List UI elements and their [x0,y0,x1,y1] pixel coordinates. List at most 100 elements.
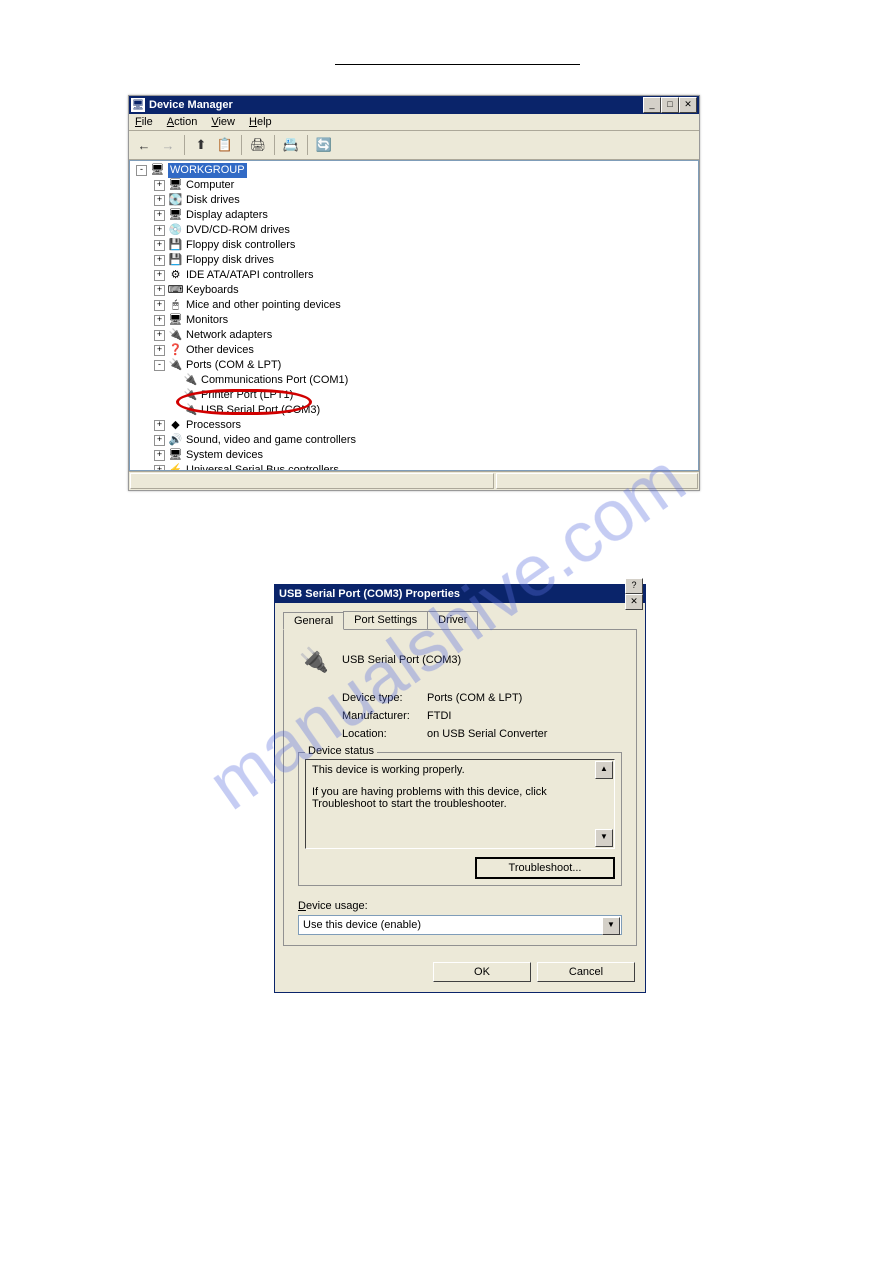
app-icon: 🖥 [131,98,145,112]
separator [274,135,275,155]
keyboard-icon: ⌨ [168,284,183,298]
menu-action[interactable]: Action [167,116,198,128]
tree-item[interactable]: +🖥Computer [134,178,698,193]
device-status-group: Device status This device is working pro… [298,752,622,886]
print-icon[interactable]: 🖨 [247,134,269,156]
disk-icon: 💽 [168,194,183,208]
manufacturer-value: FTDI [427,710,451,722]
tree-item[interactable]: +🔊Sound, video and game controllers [134,433,698,448]
device-icon: 🔌 [298,644,330,676]
up-button[interactable]: ⬆ [190,134,212,156]
tree-view[interactable]: - 🖥 WORKGROUP +🖥Computer +💽Disk drives +… [129,160,699,471]
tree-item-port[interactable]: 🔌Communications Port (COM1) [134,373,698,388]
dialog-titlebar[interactable]: USB Serial Port (COM3) Properties ? ✕ [275,585,645,603]
troubleshoot-button[interactable]: Troubleshoot... [475,857,615,879]
help-button[interactable]: ? [625,578,643,594]
expand-icon[interactable]: + [154,240,165,251]
floppy-icon: 💾 [168,254,183,268]
expand-icon[interactable]: + [154,270,165,281]
device-usage-select[interactable]: Use this device (enable) ▼ [298,915,622,935]
properties-icon[interactable]: 📋 [214,134,236,156]
expand-icon[interactable]: + [154,285,165,296]
tab-page-general: 🔌 USB Serial Port (COM3) Device type: Po… [283,629,637,946]
scroll-up-icon[interactable]: ▲ [595,761,613,779]
computer-icon: 🖥 [150,164,165,178]
dialog-buttons: OK Cancel [275,954,645,992]
tree-item[interactable]: +💽Disk drives [134,193,698,208]
toolbar: ← → ⬆ 📋 🖨 📇 🔄 [129,131,699,160]
expand-icon[interactable]: + [154,345,165,356]
info-row: Device type: Ports (COM & LPT) [298,692,622,704]
tree-item[interactable]: +🖥Display adapters [134,208,698,223]
back-button[interactable]: ← [133,134,155,156]
cdrom-icon: 💿 [168,224,183,238]
tree-item-usb-serial-port[interactable]: 🔌USB Serial Port (COM3) [134,403,698,418]
tree-root-label: WORKGROUP [168,163,247,178]
expand-icon[interactable]: + [154,225,165,236]
device-usage-value: Use this device (enable) [303,919,421,931]
tab-general[interactable]: General [283,612,344,630]
separator-rule [335,64,580,65]
expand-icon[interactable]: + [154,315,165,326]
menu-view[interactable]: View [211,116,235,128]
scan-icon[interactable]: 📇 [280,134,302,156]
titlebar[interactable]: 🖥 Device Manager _ □ ✕ [129,96,699,114]
menu-help[interactable]: Help [249,116,272,128]
ide-icon: ⚙ [168,269,183,283]
close-button[interactable]: ✕ [679,97,697,113]
expand-icon[interactable]: + [154,180,165,191]
tree-item[interactable]: +◆Processors [134,418,698,433]
tab-port-settings[interactable]: Port Settings [343,611,428,629]
tree-item[interactable]: +🖥Monitors [134,313,698,328]
expand-icon[interactable]: + [154,465,165,471]
tree-item-ports[interactable]: -🔌Ports (COM & LPT) [134,358,698,373]
refresh-icon[interactable]: 🔄 [313,134,335,156]
tree-item-port[interactable]: 🔌Printer Port (LPT1) [134,388,698,403]
expand-icon[interactable]: + [154,450,165,461]
tree-root[interactable]: - 🖥 WORKGROUP [134,163,698,178]
tab-driver[interactable]: Driver [427,611,478,629]
tree-item[interactable]: +🖥System devices [134,448,698,463]
system-icon: 🖥 [168,449,183,463]
window-title: Device Manager [149,99,643,111]
forward-button[interactable]: → [157,134,179,156]
tree-item[interactable]: +🖱Mice and other pointing devices [134,298,698,313]
tree-item[interactable]: +⚙IDE ATA/ATAPI controllers [134,268,698,283]
cancel-button[interactable]: Cancel [537,962,635,982]
expand-icon[interactable]: + [154,210,165,221]
tree-item[interactable]: +💿DVD/CD-ROM drives [134,223,698,238]
scroll-down-icon[interactable]: ▼ [595,829,613,847]
tree-item[interactable]: +⌨Keyboards [134,283,698,298]
menu-file[interactable]: File [135,116,153,128]
expand-icon[interactable]: + [154,255,165,266]
info-row: Location: on USB Serial Converter [298,728,622,740]
expand-icon[interactable]: + [154,435,165,446]
device-status-text: This device is working properly. If you … [305,759,615,849]
minimize-button[interactable]: _ [643,97,661,113]
separator [184,135,185,155]
network-icon: 🔌 [168,329,183,343]
tree-item[interactable]: +💾Floppy disk controllers [134,238,698,253]
separator [241,135,242,155]
expand-icon[interactable]: + [154,420,165,431]
ports-icon: 🔌 [168,359,183,373]
device-type-label: Device type: [342,692,427,704]
sound-icon: 🔊 [168,434,183,448]
tab-row: General Port Settings Driver [275,603,645,629]
computer-icon: 🖥 [168,179,183,193]
chevron-down-icon[interactable]: ▼ [602,917,620,935]
collapse-icon[interactable]: - [136,165,147,176]
ok-button[interactable]: OK [433,962,531,982]
collapse-icon[interactable]: - [154,360,165,371]
mouse-icon: 🖱 [168,299,183,313]
expand-icon[interactable]: + [154,300,165,311]
display-icon: 🖥 [168,209,183,223]
expand-icon[interactable]: + [154,330,165,341]
tree-item[interactable]: +🔌Network adapters [134,328,698,343]
tree-item[interactable]: +❓Other devices [134,343,698,358]
tree-item[interactable]: +⚡Universal Serial Bus controllers [134,463,698,471]
floppy-icon: 💾 [168,239,183,253]
tree-item[interactable]: +💾Floppy disk drives [134,253,698,268]
maximize-button[interactable]: □ [661,97,679,113]
expand-icon[interactable]: + [154,195,165,206]
